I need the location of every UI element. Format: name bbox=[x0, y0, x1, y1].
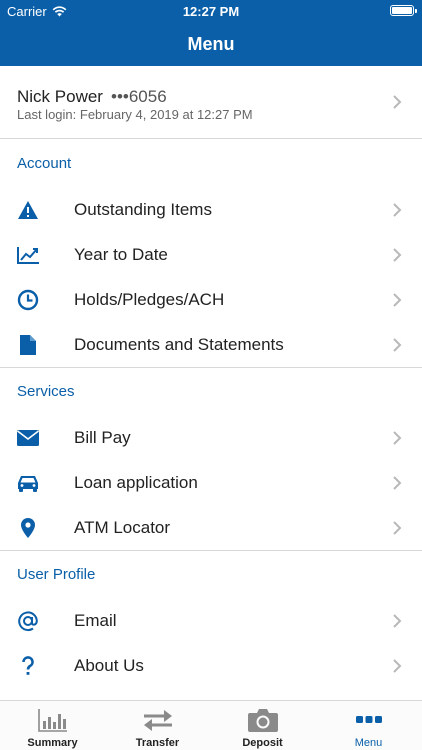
menu-item-about-us[interactable]: About Us bbox=[0, 644, 422, 688]
menu-item-label: Bill Pay bbox=[74, 428, 131, 447]
menu-item-email[interactable]: Email bbox=[0, 599, 422, 643]
trend-chart-icon bbox=[15, 243, 41, 267]
menu-item-label: Loan application bbox=[74, 473, 198, 492]
menu-item-holds-pledges-ach[interactable]: Holds/Pledges/ACH bbox=[0, 278, 422, 322]
menu-content: Nick Power •••6056 Last login: February … bbox=[0, 66, 422, 700]
menu-item-label: Documents and Statements bbox=[74, 335, 284, 354]
menu-item-documents-and-statements[interactable]: Documents and Statements bbox=[0, 323, 422, 367]
tab-deposit[interactable]: Deposit bbox=[210, 701, 315, 750]
document-icon bbox=[15, 333, 41, 357]
chevron-right-icon bbox=[393, 431, 402, 445]
clock-icon bbox=[15, 288, 41, 312]
menu-item-label: Year to Date bbox=[74, 245, 168, 264]
menu-item-label: ATM Locator bbox=[74, 518, 171, 537]
at-sign-icon bbox=[15, 609, 41, 633]
section-label-services: Services bbox=[17, 383, 75, 400]
menu-item-atm-locator[interactable]: ATM Locator bbox=[0, 506, 422, 550]
profile-row[interactable]: Nick Power •••6056 Last login: February … bbox=[0, 66, 422, 139]
chevron-right-icon bbox=[393, 248, 402, 262]
chevron-right-icon bbox=[393, 521, 402, 535]
chevron-right-icon bbox=[393, 338, 402, 352]
chevron-right-icon bbox=[393, 659, 402, 673]
menu-item-year-to-date[interactable]: Year to Date bbox=[0, 233, 422, 277]
menu-item-label: Holds/Pledges/ACH bbox=[74, 290, 225, 309]
section-label-account: Account bbox=[17, 155, 72, 172]
tab-transfer[interactable]: Transfer bbox=[105, 701, 210, 750]
tab-summary[interactable]: Summary bbox=[0, 701, 105, 750]
menu-item-outstanding-items[interactable]: Outstanding Items bbox=[0, 188, 422, 232]
more-dots-icon bbox=[316, 707, 421, 733]
chevron-right-icon bbox=[393, 293, 402, 307]
car-icon bbox=[15, 471, 41, 495]
menu-item-label: About Us bbox=[74, 656, 144, 675]
chevron-right-icon bbox=[393, 476, 402, 490]
tab-menu[interactable]: Menu bbox=[316, 701, 421, 750]
section-divider bbox=[0, 550, 422, 551]
status-bar: Carrier 12:27 PM bbox=[0, 0, 422, 22]
menu-item-label: Outstanding Items bbox=[74, 200, 212, 219]
tab-label: Transfer bbox=[135, 737, 180, 749]
tab-label: Menu bbox=[354, 737, 383, 749]
tab-label: Summary bbox=[27, 737, 78, 749]
section-label-user-profile: User Profile bbox=[17, 566, 96, 583]
bar-chart-icon bbox=[0, 707, 105, 733]
profile-name: Nick Power bbox=[17, 87, 103, 106]
tab-bar: Summary Transfer Deposit Menu bbox=[0, 700, 422, 750]
camera-icon bbox=[210, 707, 315, 733]
section-divider bbox=[0, 367, 422, 368]
chevron-right-icon bbox=[393, 95, 402, 109]
status-time: 12:27 PM bbox=[182, 4, 240, 19]
chevron-right-icon bbox=[393, 203, 402, 217]
transfer-arrows-icon bbox=[105, 707, 210, 733]
menu-item-label: Email bbox=[74, 611, 117, 630]
warning-icon bbox=[15, 198, 41, 222]
last-login-text: Last login: February 4, 2019 at 12:27 PM bbox=[17, 107, 253, 122]
menu-item-loan-application[interactable]: Loan application bbox=[0, 461, 422, 505]
chevron-right-icon bbox=[393, 614, 402, 628]
page-title: Menu bbox=[187, 34, 235, 54]
question-icon bbox=[15, 654, 41, 678]
account-mask: •••6056 bbox=[111, 87, 167, 106]
envelope-icon bbox=[15, 426, 41, 450]
app-header: Carrier 12:27 PM Menu bbox=[0, 0, 422, 66]
tab-label: Deposit bbox=[242, 737, 283, 749]
battery-icon bbox=[390, 5, 417, 16]
location-pin-icon bbox=[15, 516, 41, 540]
menu-item-bill-pay[interactable]: Bill Pay bbox=[0, 416, 422, 460]
